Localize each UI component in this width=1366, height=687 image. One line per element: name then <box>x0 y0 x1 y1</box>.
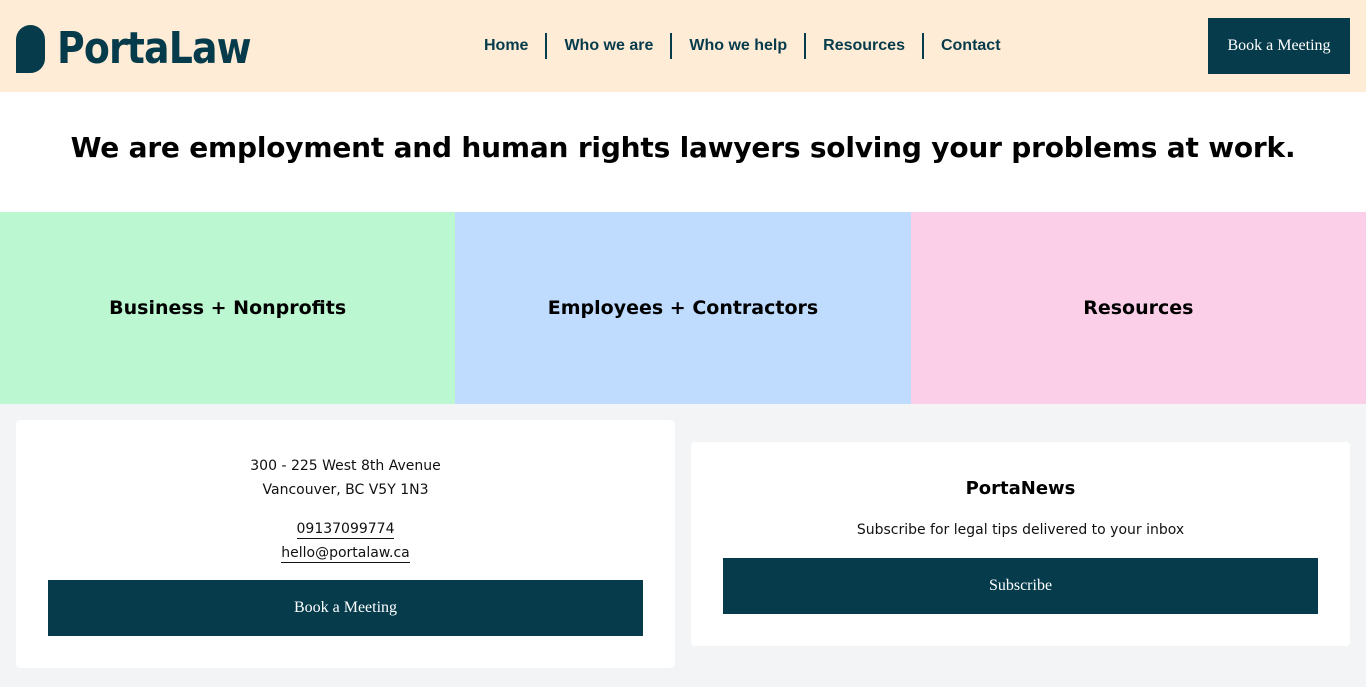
nav-item-home[interactable]: Home <box>467 33 545 59</box>
nav-item-contact[interactable]: Contact <box>921 33 1018 59</box>
contact-card: 300 - 225 West 8th Avenue Vancouver, BC … <box>16 420 675 668</box>
subscribe-button[interactable]: Subscribe <box>723 558 1318 614</box>
newsletter-card: PortaNews Subscribe for legal tips deliv… <box>691 442 1350 646</box>
address-line-2: Vancouver, BC V5Y 1N3 <box>262 482 429 498</box>
book-meeting-header-button[interactable]: Book a Meeting <box>1208 18 1350 74</box>
main-nav: Home Who we are Who we help Resources Co… <box>467 33 1018 59</box>
newsletter-title: PortaNews <box>965 478 1076 499</box>
nav-item-who-we-help[interactable]: Who we help <box>670 33 804 59</box>
hero-headline: We are employment and human rights lawye… <box>70 130 1296 164</box>
logo-text: PortaLaw <box>57 23 252 74</box>
contact-links: 09137099774 hello@portalaw.ca <box>16 517 675 565</box>
site-header: PortaLaw Home Who we are Who we help Res… <box>0 0 1366 92</box>
nav-item-resources[interactable]: Resources <box>804 33 922 59</box>
hero-section: We are employment and human rights lawye… <box>0 92 1366 212</box>
audience-tiles: Business + Nonprofits Employees + Contra… <box>0 212 1366 404</box>
email-link[interactable]: hello@portalaw.ca <box>281 545 410 563</box>
tile-employees-contractors[interactable]: Employees + Contractors <box>455 212 911 404</box>
phone-link[interactable]: 09137099774 <box>296 521 395 539</box>
address-block: 300 - 225 West 8th Avenue Vancouver, BC … <box>16 454 675 502</box>
logo-mark-icon <box>16 25 45 73</box>
book-meeting-button[interactable]: Book a Meeting <box>48 580 643 636</box>
tile-business-nonprofits[interactable]: Business + Nonprofits <box>0 212 456 404</box>
tile-resources[interactable]: Resources <box>910 212 1366 404</box>
nav-item-who-we-are[interactable]: Who we are <box>545 33 670 59</box>
address-line-1: 300 - 225 West 8th Avenue <box>250 458 441 474</box>
newsletter-subtitle: Subscribe for legal tips delivered to yo… <box>856 522 1185 538</box>
logo-link[interactable]: PortaLaw <box>16 22 282 76</box>
